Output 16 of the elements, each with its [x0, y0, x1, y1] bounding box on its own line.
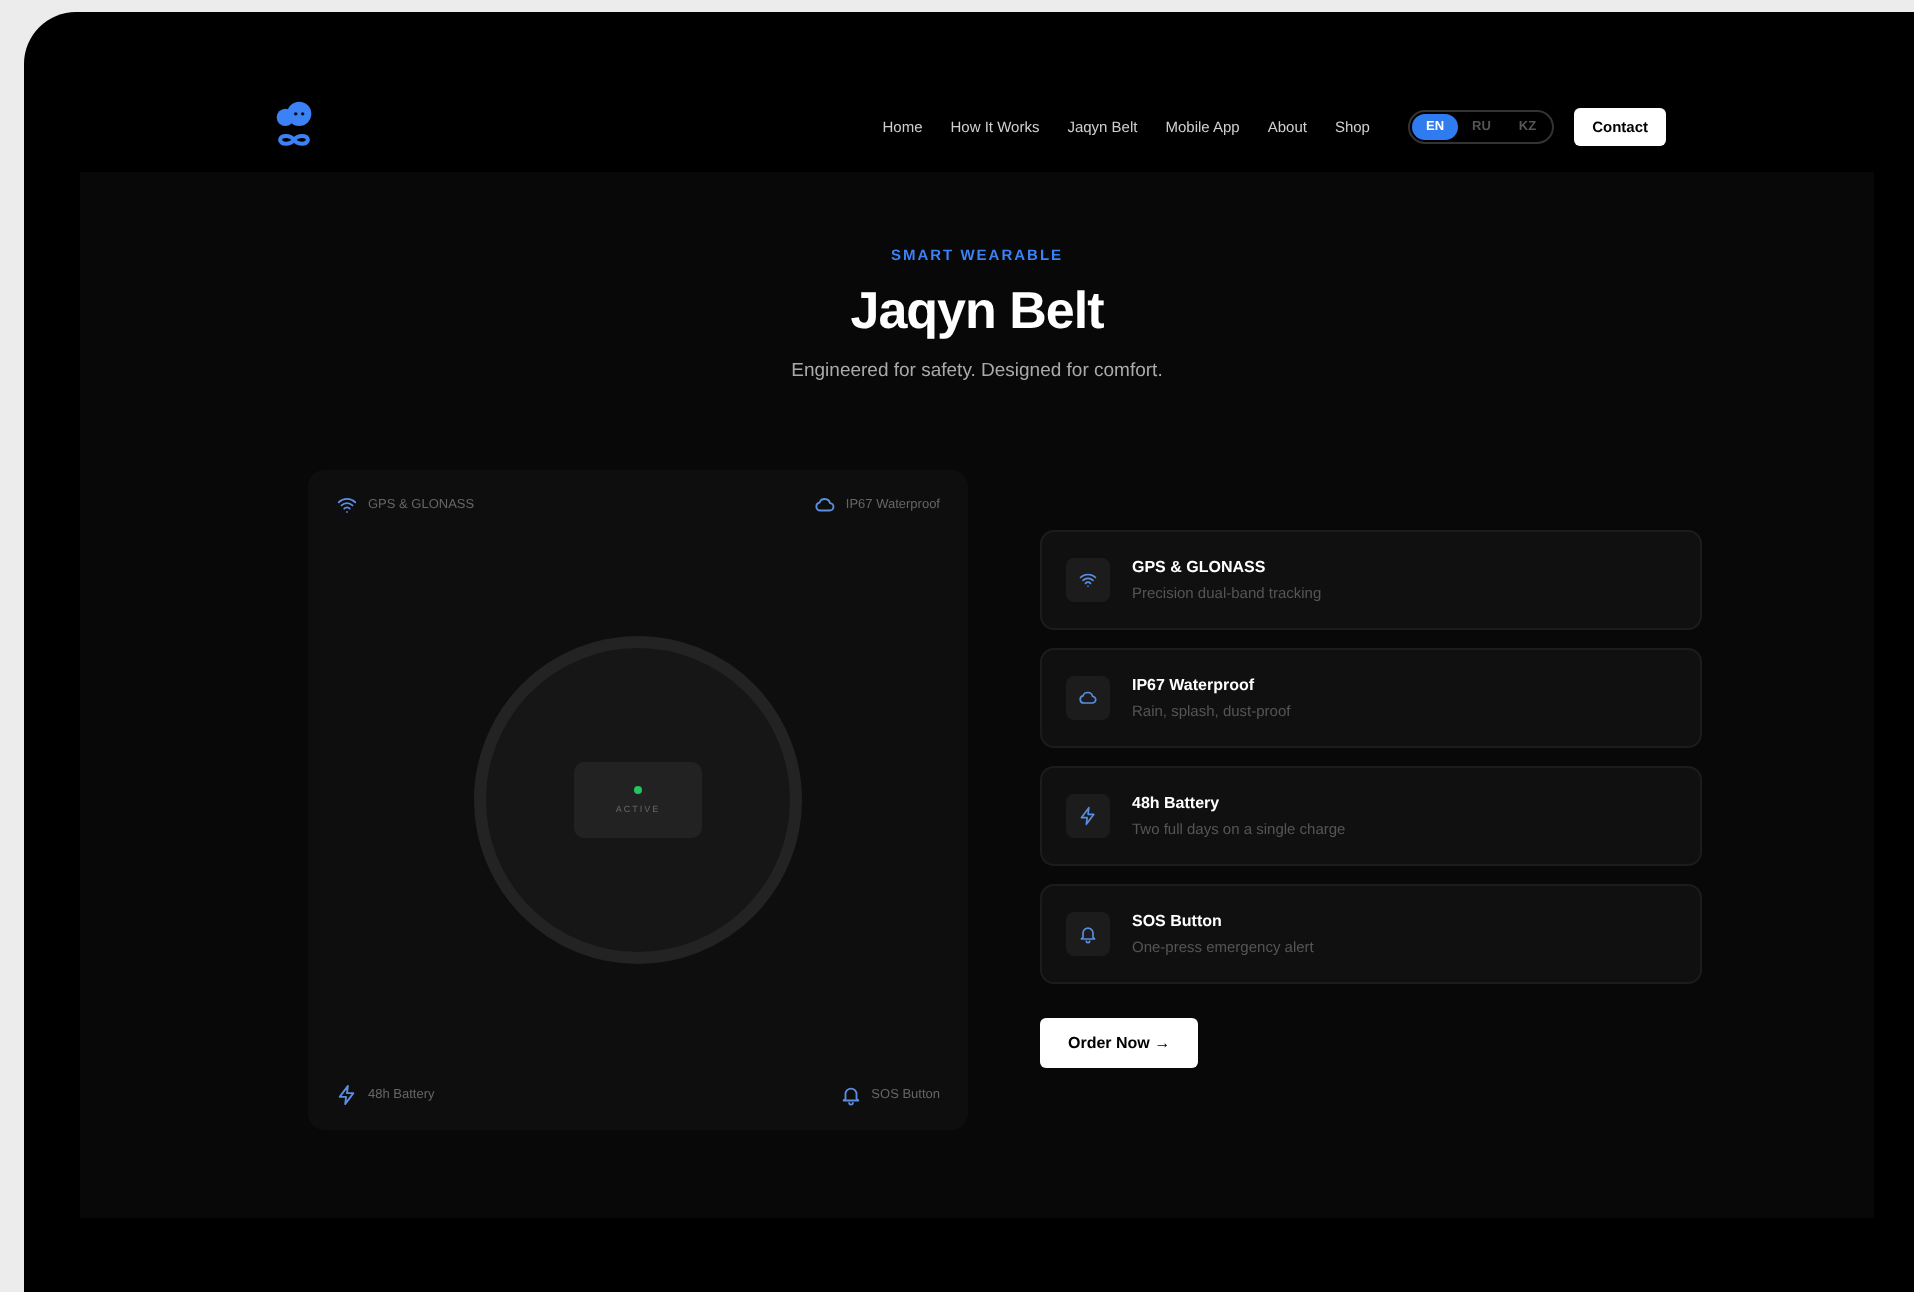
lightning-icon — [336, 1084, 358, 1106]
feature-title: 48h Battery — [1132, 794, 1222, 812]
feature-title: SOS Button — [1132, 912, 1224, 930]
lightning-icon — [1078, 806, 1098, 826]
feature-title: IP67 Waterproof — [1132, 676, 1257, 694]
cloud-icon — [813, 494, 836, 516]
wifi-icon — [336, 494, 358, 516]
order-button[interactable]: Order Now → — [1040, 1018, 1199, 1068]
bell-icon — [1078, 924, 1098, 944]
bell-icon — [839, 1084, 862, 1106]
subtitle-text: Engineered for safety. Designed for comfort. — [791, 360, 1163, 382]
page-title: Jaqyn Belt — [850, 280, 1104, 342]
cloud-icon — [1078, 688, 1098, 708]
wifi-icon — [1078, 570, 1098, 590]
logo-icon[interactable] — [272, 100, 316, 152]
feature-title: GPS & GLONASS — [1132, 558, 1268, 576]
